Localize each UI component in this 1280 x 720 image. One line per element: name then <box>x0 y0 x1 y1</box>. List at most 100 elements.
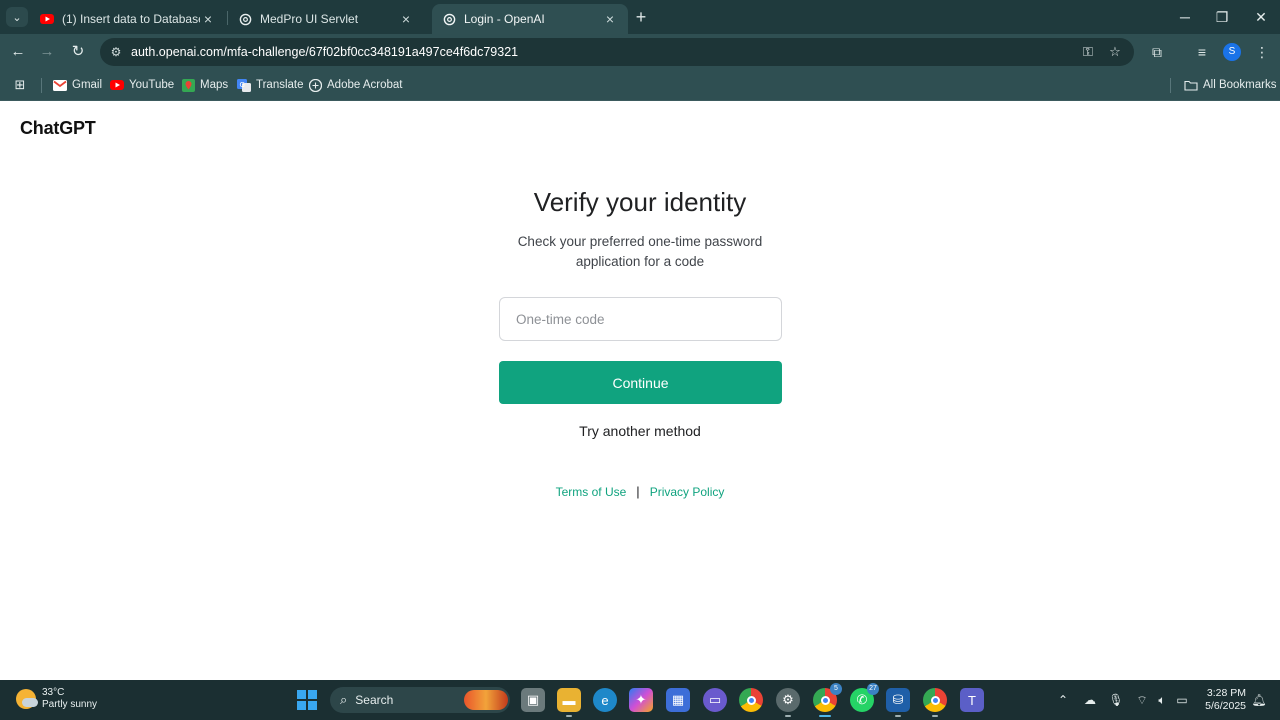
browser-toolbar: ← → ↻ ⚙ auth.openai.com/mfa-challenge/67… <box>0 34 1280 70</box>
alt-method-row: Try another method <box>0 423 1280 439</box>
bookmark-divider <box>41 78 42 93</box>
apps-grid-icon[interactable]: ⊞ <box>13 76 32 94</box>
mysql-workbench-icon[interactable]: ⛁ <box>886 688 910 717</box>
edge-browser-icon[interactable]: e <box>593 688 617 712</box>
address-bar[interactable]: ⚙ auth.openai.com/mfa-challenge/67f02bf0… <box>100 38 1134 66</box>
taskbar-search[interactable]: ⌕ Search <box>330 687 510 713</box>
bookmark-label: Adobe Acrobat <box>327 79 403 91</box>
weather-widget[interactable]: 33°C Partly sunny <box>16 687 97 711</box>
wifi-icon[interactable]: ⌔ <box>1134 692 1150 708</box>
maps-icon <box>181 78 195 92</box>
all-bookmarks-button[interactable]: All Bookmarks <box>1184 76 1277 94</box>
page-content: ChatGPT Verify your identity Check your … <box>0 101 1280 680</box>
terms-of-use-link[interactable]: Terms of Use <box>556 485 627 499</box>
system-clock[interactable]: 3:28 PM 5/6/2025 <box>1196 687 1246 713</box>
media-queue-icon[interactable]: ≡ <box>1193 43 1211 61</box>
openai-icon <box>238 12 252 26</box>
app-capsule-icon[interactable]: ▭ <box>703 688 727 712</box>
minimize-icon[interactable]: ─ <box>1174 6 1196 28</box>
tab-openai-login[interactable]: Login - OpenAI × <box>432 4 628 34</box>
back-arrow-icon[interactable]: ← <box>7 41 29 63</box>
site-info-icon[interactable]: ⚙ <box>108 44 124 60</box>
bookmark-label: Gmail <box>72 79 103 91</box>
task-view-icon[interactable]: ▣ <box>521 688 545 712</box>
chrome-profile-icon[interactable] <box>923 688 947 717</box>
windows-taskbar: 33°C Partly sunny ⌕ Search ▣ ▬ e ✦ ▦ ▭ ⚙… <box>0 680 1280 720</box>
search-label: Search <box>355 693 394 707</box>
chrome-active-icon[interactable]: 5 <box>813 683 842 717</box>
bookmark-label: Translate <box>256 79 304 91</box>
svg-text:G: G <box>240 81 245 89</box>
youtube-icon <box>40 12 54 26</box>
privacy-policy-link[interactable]: Privacy Policy <box>650 485 725 499</box>
new-tab-plus-icon[interactable]: + <box>632 8 650 26</box>
file-explorer-icon[interactable]: ▬ <box>557 688 581 717</box>
search-icon: ⌕ <box>340 692 348 707</box>
tab-search-chevron-icon[interactable]: ⌄ <box>6 7 28 27</box>
bookmark-star-icon[interactable]: ☆ <box>1106 44 1124 60</box>
temperature: 33°C <box>42 687 65 698</box>
settings-gear-icon[interactable]: ⚙ <box>776 688 800 717</box>
one-time-code-input[interactable] <box>499 297 782 341</box>
openai-icon <box>442 12 456 26</box>
notifications-bell-icon[interactable]: 🔔︎ <box>1251 692 1267 708</box>
restore-icon[interactable]: ❐ <box>1211 6 1233 28</box>
bookmark-divider <box>1170 78 1171 93</box>
try-another-method-link[interactable]: Try another method <box>579 423 701 439</box>
continue-button[interactable]: Continue <box>499 361 782 404</box>
gmail-icon <box>53 78 67 92</box>
password-key-icon[interactable]: ⚿ <box>1079 44 1097 60</box>
clock-date: 5/6/2025 <box>1205 700 1246 712</box>
instruction-text: Check your preferred one-time password a… <box>517 234 763 269</box>
bookmark-label: All Bookmarks <box>1203 79 1277 91</box>
partly-sunny-icon <box>16 689 38 709</box>
chrome-badge: 5 <box>830 683 842 695</box>
folder-icon <box>1184 78 1198 92</box>
extensions-puzzle-icon[interactable]: ⧉ <box>1148 43 1166 61</box>
bookmark-maps[interactable]: Maps <box>181 76 228 94</box>
bookmark-label: Maps <box>200 79 229 91</box>
show-hidden-icons-chevron-icon[interactable]: ⌃ <box>1055 692 1071 708</box>
clock-time: 3:28 PM <box>1206 687 1246 699</box>
reload-icon[interactable]: ↻ <box>67 41 89 63</box>
search-highlight-image <box>464 690 508 710</box>
weather-condition: Partly sunny <box>42 699 98 710</box>
bookmark-adobe-acrobat[interactable]: Adobe Acrobat <box>308 76 402 94</box>
kebab-menu-icon[interactable]: ⋮ <box>1253 43 1271 61</box>
copilot-icon[interactable]: ✦ <box>629 688 653 712</box>
bookmark-translate[interactable]: G Translate <box>237 76 304 94</box>
bookmark-gmail[interactable]: Gmail <box>53 76 102 94</box>
close-tab-icon[interactable]: × <box>602 11 618 27</box>
forward-arrow-icon[interactable]: → <box>36 41 58 63</box>
whatsapp-icon[interactable]: ✆ 27 <box>850 683 879 712</box>
page-title: Verify your identity <box>533 187 747 217</box>
youtube-icon <box>110 78 124 92</box>
browser-tabstrip: ⌄ (1) Insert data to Database - Pa × Med… <box>0 0 1280 34</box>
microsoft-store-icon[interactable]: ▦ <box>666 688 690 712</box>
whatsapp-badge: 27 <box>867 683 879 695</box>
onedrive-cloud-icon[interactable]: ☁ <box>1082 692 1098 708</box>
tab-title: MedPro UI Servlet <box>260 12 359 26</box>
bookmarks-bar: ⊞ Gmail YouTube Maps G Translate Adobe A… <box>0 70 1280 101</box>
close-window-icon[interactable]: ✕ <box>1250 6 1272 28</box>
teams-icon[interactable]: T <box>960 688 984 712</box>
url-text: auth.openai.com/mfa-challenge/67f02bf0cc… <box>131 45 519 59</box>
battery-icon[interactable]: ▭ <box>1174 692 1190 708</box>
speaker-volume-icon[interactable]: 🔈︎ <box>1154 692 1170 708</box>
tab-medpro[interactable]: MedPro UI Servlet × <box>228 4 424 34</box>
windows-start-icon[interactable] <box>297 690 317 710</box>
translate-icon: G <box>237 78 251 92</box>
bookmark-youtube[interactable]: YouTube <box>110 76 174 94</box>
tab-youtube[interactable]: (1) Insert data to Database - Pa × <box>30 4 226 34</box>
close-tab-icon[interactable]: × <box>200 11 216 27</box>
chrome-icon[interactable] <box>739 688 763 712</box>
bookmark-label: YouTube <box>129 79 175 91</box>
brand-logo-text: ChatGPT <box>20 118 96 138</box>
microphone-icon[interactable]: 🎙︎ <box>1108 692 1124 708</box>
profile-avatar[interactable]: S <box>1223 43 1241 61</box>
tab-title: Login - OpenAI <box>464 12 545 26</box>
footer-links: Terms of Use | Privacy Policy <box>0 484 1280 499</box>
tab-title: (1) Insert data to Database - Pa <box>62 12 200 26</box>
footer-divider: | <box>636 484 640 499</box>
close-tab-icon[interactable]: × <box>398 11 414 27</box>
